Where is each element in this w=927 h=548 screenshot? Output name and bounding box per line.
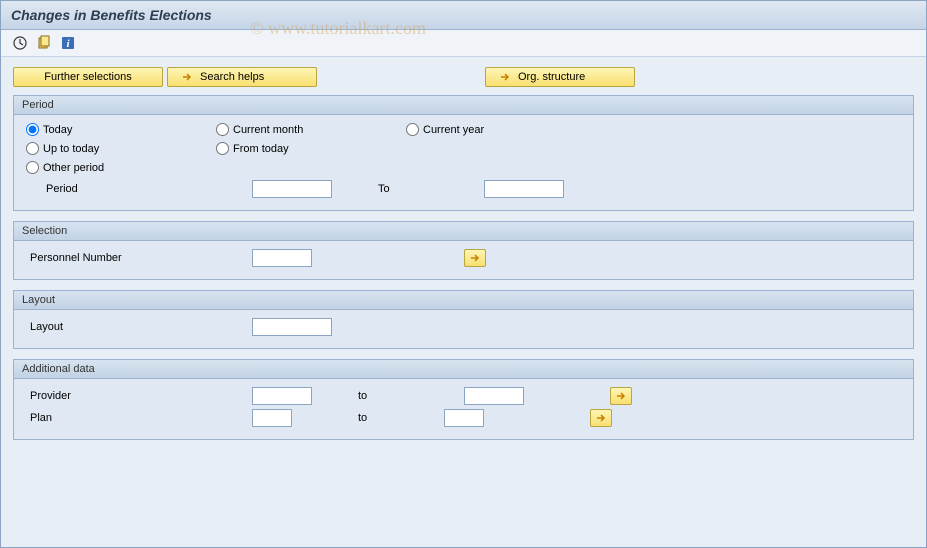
radio-other-period[interactable]: Other period — [26, 161, 206, 174]
provider-multiselect-button[interactable] — [610, 387, 632, 405]
variant-icon[interactable] — [35, 34, 53, 52]
period-group-body: Today Current month Current year Up to t… — [14, 115, 913, 210]
radio-current-month[interactable]: Current month — [216, 123, 396, 136]
radio-current-year-label: Current year — [423, 124, 484, 136]
radio-current-month-label: Current month — [233, 124, 303, 136]
execute-icon[interactable] — [11, 34, 29, 52]
radio-other-period-label: Other period — [43, 162, 104, 174]
period-group-title: Period — [14, 96, 913, 115]
layout-input[interactable] — [252, 318, 332, 336]
period-to-input[interactable] — [484, 180, 564, 198]
period-from-input[interactable] — [252, 180, 332, 198]
radio-from-today[interactable]: From today — [216, 142, 396, 155]
radio-up-to-today[interactable]: Up to today — [26, 142, 206, 155]
plan-label: Plan — [26, 412, 246, 424]
layout-group-body: Layout — [14, 310, 913, 348]
title-bar: Changes in Benefits Elections — [1, 1, 926, 30]
further-selections-label: Further selections — [44, 71, 131, 83]
arrow-right-icon — [615, 390, 627, 402]
radio-other-period-input[interactable] — [26, 161, 39, 174]
period-to-label: To — [338, 183, 478, 195]
arrow-right-icon — [498, 70, 512, 84]
arrow-right-icon — [180, 70, 194, 84]
org-structure-label: Org. structure — [518, 71, 585, 83]
plan-to-label: to — [298, 412, 438, 424]
content-area: Further selections Search helps Org. str… — [1, 57, 926, 460]
period-from-label: Period — [26, 183, 246, 195]
additional-data-group: Additional data Provider to Plan to — [13, 359, 914, 440]
layout-group-title: Layout — [14, 291, 913, 310]
plan-to-input[interactable] — [444, 409, 484, 427]
layout-group: Layout Layout — [13, 290, 914, 349]
further-selections-button[interactable]: Further selections — [13, 67, 163, 87]
search-helps-label: Search helps — [200, 71, 264, 83]
provider-to-label: to — [318, 390, 458, 402]
app-toolbar: i — [1, 30, 926, 57]
info-icon[interactable]: i — [59, 34, 77, 52]
arrow-right-icon — [469, 252, 481, 264]
radio-today-label: Today — [43, 124, 72, 136]
personnel-number-multiselect-button[interactable] — [464, 249, 486, 267]
radio-current-year-input[interactable] — [406, 123, 419, 136]
radio-today[interactable]: Today — [26, 123, 206, 136]
radio-up-to-today-input[interactable] — [26, 142, 39, 155]
selection-buttons-row: Further selections Search helps Org. str… — [13, 67, 914, 87]
radio-from-today-input[interactable] — [216, 142, 229, 155]
layout-label: Layout — [26, 321, 246, 333]
org-structure-button[interactable]: Org. structure — [485, 67, 635, 87]
plan-multiselect-button[interactable] — [590, 409, 612, 427]
selection-group-body: Personnel Number — [14, 241, 913, 279]
radio-from-today-label: From today — [233, 143, 289, 155]
arrow-right-icon — [595, 412, 607, 424]
additional-group-title: Additional data — [14, 360, 913, 379]
search-helps-button[interactable]: Search helps — [167, 67, 317, 87]
radio-today-input[interactable] — [26, 123, 39, 136]
radio-current-year[interactable]: Current year — [406, 123, 556, 136]
radio-current-month-input[interactable] — [216, 123, 229, 136]
personnel-number-label: Personnel Number — [26, 252, 246, 264]
provider-to-input[interactable] — [464, 387, 524, 405]
plan-from-input[interactable] — [252, 409, 292, 427]
personnel-number-input[interactable] — [252, 249, 312, 267]
selection-group-title: Selection — [14, 222, 913, 241]
spacer — [321, 67, 481, 87]
additional-group-body: Provider to Plan to — [14, 379, 913, 439]
selection-group: Selection Personnel Number — [13, 221, 914, 280]
radio-up-to-today-label: Up to today — [43, 143, 99, 155]
period-group: Period Today Current month Current year — [13, 95, 914, 211]
provider-from-input[interactable] — [252, 387, 312, 405]
provider-label: Provider — [26, 390, 246, 402]
page-title: Changes in Benefits Elections — [11, 7, 916, 23]
